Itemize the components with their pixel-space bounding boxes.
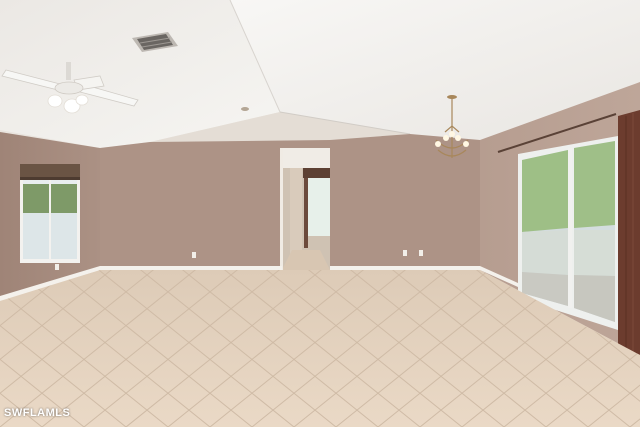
outlet-icon <box>55 264 59 270</box>
left-window <box>20 164 80 263</box>
curtain[interactable] <box>618 110 640 355</box>
watermark-text: SWFLAMLS <box>4 407 71 419</box>
room-photo <box>0 0 640 427</box>
outlet-icon <box>419 250 423 256</box>
outlet-icon <box>192 252 196 258</box>
baseboard-back <box>100 266 282 270</box>
outlet-icon <box>403 250 407 256</box>
smoke-detector-icon <box>241 107 249 111</box>
window-shade <box>20 164 80 179</box>
